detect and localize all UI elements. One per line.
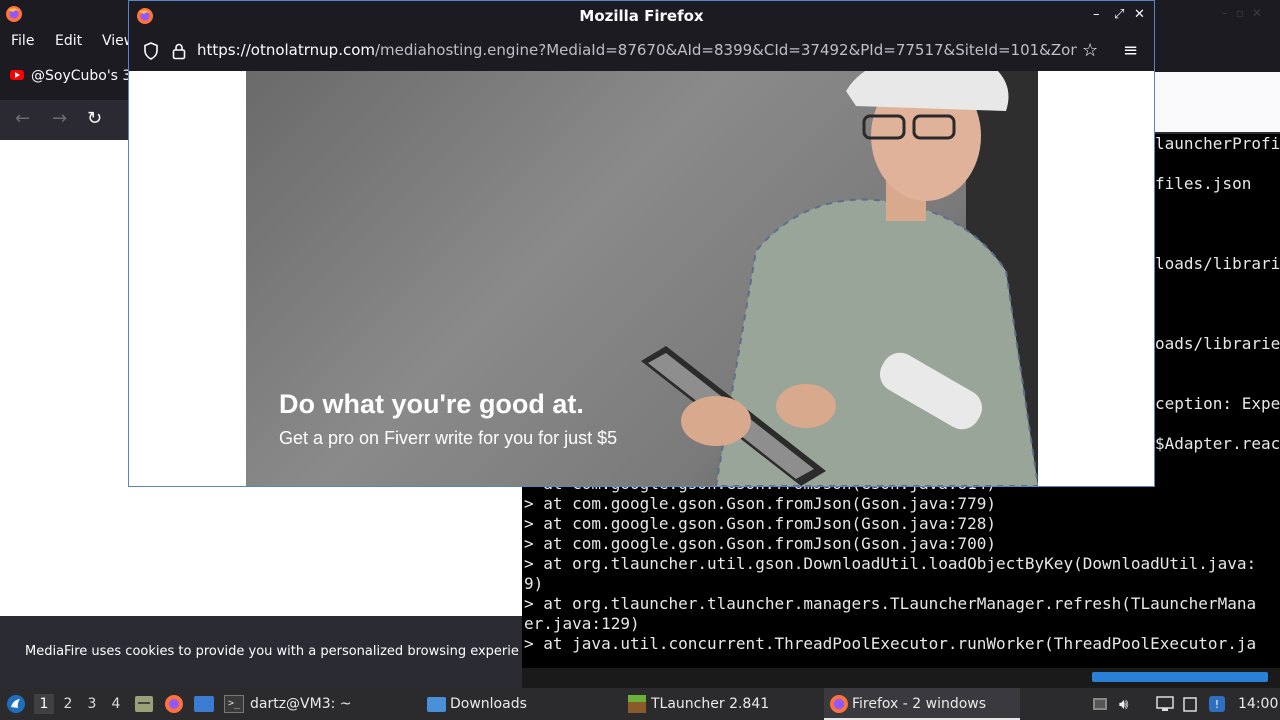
clipboard-icon[interactable] bbox=[1182, 696, 1198, 716]
workspace-1[interactable]: 1 bbox=[34, 694, 54, 714]
accept-button-partial[interactable] bbox=[1092, 672, 1268, 682]
workspace-2[interactable]: 2 bbox=[58, 694, 78, 714]
minecraft-block-icon bbox=[628, 695, 646, 713]
fiverr-ad-banner[interactable]: Do what you're good at. Get a pro on Fiv… bbox=[246, 71, 1038, 486]
network-icon[interactable] bbox=[1156, 696, 1174, 716]
cookie-text: MediaFire uses cookies to provide you wi… bbox=[25, 644, 519, 659]
youtube-icon bbox=[10, 70, 24, 80]
tab-youtube[interactable]: @SoyCubo's 3 bbox=[0, 61, 132, 93]
task-label: TLauncher 2.841 bbox=[651, 696, 770, 712]
firefox-icon bbox=[830, 695, 848, 713]
url-path: /mediahosting.engine?MediaId=87670&AId=8… bbox=[375, 41, 1077, 59]
workspace-3[interactable]: 3 bbox=[82, 694, 102, 714]
tab-label: @SoyCubo's 3 bbox=[31, 68, 132, 84]
tray-window-icon[interactable] bbox=[1092, 696, 1108, 716]
ad-subline: Get a pro on Fiverr write for you for ju… bbox=[279, 428, 618, 448]
close-icon[interactable]: ✕ bbox=[1134, 7, 1145, 22]
terminal-partial-line: oads/librarie bbox=[1155, 334, 1280, 353]
terminal-partial-line: launcherProfi bbox=[1155, 134, 1280, 153]
folder-icon bbox=[427, 696, 446, 712]
terminal-partial-line: files.json bbox=[1155, 174, 1252, 193]
ad-person-illustration bbox=[641, 71, 1038, 486]
popup-title: Mozilla Firefox bbox=[579, 7, 704, 25]
terminal-line: > at com.google.gson.Gson.fromJson(Gson.… bbox=[524, 514, 997, 533]
task-label: Downloads bbox=[450, 696, 527, 712]
bookmark-star-icon[interactable]: ☆ bbox=[1082, 40, 1098, 61]
url-field[interactable]: https://otnolatrnup.com/mediahosting.eng… bbox=[197, 41, 1077, 59]
page-header-strip bbox=[1155, 72, 1280, 132]
file-manager-launcher-icon[interactable] bbox=[134, 695, 154, 717]
volume-icon[interactable]: 🔊︎ bbox=[1119, 695, 1128, 713]
menu-file[interactable]: File bbox=[11, 33, 34, 49]
terminal-partial-line: $Adapter.reac bbox=[1155, 434, 1280, 453]
terminal-line: 9) bbox=[524, 574, 544, 593]
hamburger-menu-icon[interactable]: ≡ bbox=[1123, 40, 1138, 61]
workspace-4[interactable]: 4 bbox=[106, 694, 126, 714]
terminal-partial-line: loads/librari bbox=[1155, 254, 1280, 273]
reload-icon[interactable]: ↻ bbox=[87, 108, 102, 129]
firefox-icon bbox=[5, 5, 23, 27]
background-window-controls: –▫✕ bbox=[1221, 6, 1270, 20]
firefox-launcher-icon[interactable] bbox=[164, 694, 184, 718]
task-firefox[interactable]: Firefox - 2 windows bbox=[824, 688, 1020, 720]
terminal-line: > at org.tlauncher.util.gson.DownloadUti… bbox=[524, 554, 1257, 573]
forward-icon[interactable]: → bbox=[52, 108, 67, 129]
terminal-line: > at org.tlauncher.tlauncher.managers.TL… bbox=[524, 594, 1257, 613]
lock-icon[interactable] bbox=[172, 42, 186, 64]
task-tlauncher[interactable]: TLauncher 2.841 bbox=[628, 688, 824, 720]
terminal-partial-line: ception: Expe bbox=[1155, 394, 1280, 413]
popup-page-content: Do what you're good at. Get a pro on Fiv… bbox=[129, 71, 1154, 486]
maximize-icon[interactable]: ⤢ bbox=[1114, 7, 1124, 22]
ad-headline: Do what you're good at. bbox=[279, 389, 584, 419]
clock[interactable]: 14:00 bbox=[1238, 688, 1278, 720]
terminal-line: er.java:129) bbox=[524, 614, 640, 633]
background-page-footer bbox=[522, 668, 1280, 688]
popup-titlebar: Mozilla Firefox – ⤢ ✕ bbox=[129, 1, 1154, 31]
taskbar: 1 2 3 4 >_ dartz@VM3: ~ Downloads TLaunc… bbox=[0, 688, 1280, 720]
svg-text:!: ! bbox=[1215, 698, 1219, 711]
task-label: dartz@VM3: ~ bbox=[250, 696, 352, 712]
task-terminal[interactable]: >_ dartz@VM3: ~ bbox=[224, 688, 420, 720]
task-label: Firefox - 2 windows bbox=[852, 696, 987, 712]
desktop-launcher-icon[interactable] bbox=[193, 695, 215, 717]
start-menu-icon[interactable] bbox=[6, 694, 26, 718]
update-notifier-icon[interactable]: ! bbox=[1208, 695, 1226, 717]
back-icon[interactable]: ← bbox=[15, 108, 30, 129]
terminal-icon: >_ bbox=[224, 695, 244, 713]
terminal-line: > at java.util.concurrent.ThreadPoolExec… bbox=[524, 634, 1257, 653]
menu-edit[interactable]: Edit bbox=[55, 33, 82, 49]
popup-browser-window: Mozilla Firefox – ⤢ ✕ https://otnolatrnu… bbox=[128, 0, 1155, 487]
minimize-icon[interactable]: – bbox=[1093, 7, 1100, 22]
terminal-line: > at com.google.gson.Gson.fromJson(Gson.… bbox=[524, 534, 997, 553]
shield-icon[interactable] bbox=[143, 42, 159, 64]
task-downloads[interactable]: Downloads bbox=[427, 688, 623, 720]
terminal-line: > at com.google.gson.Gson.fromJson(Gson.… bbox=[524, 494, 997, 513]
url-host: https://otnolatrnup.com bbox=[197, 41, 375, 59]
popup-urlbar: https://otnolatrnup.com/mediahosting.eng… bbox=[129, 31, 1154, 71]
